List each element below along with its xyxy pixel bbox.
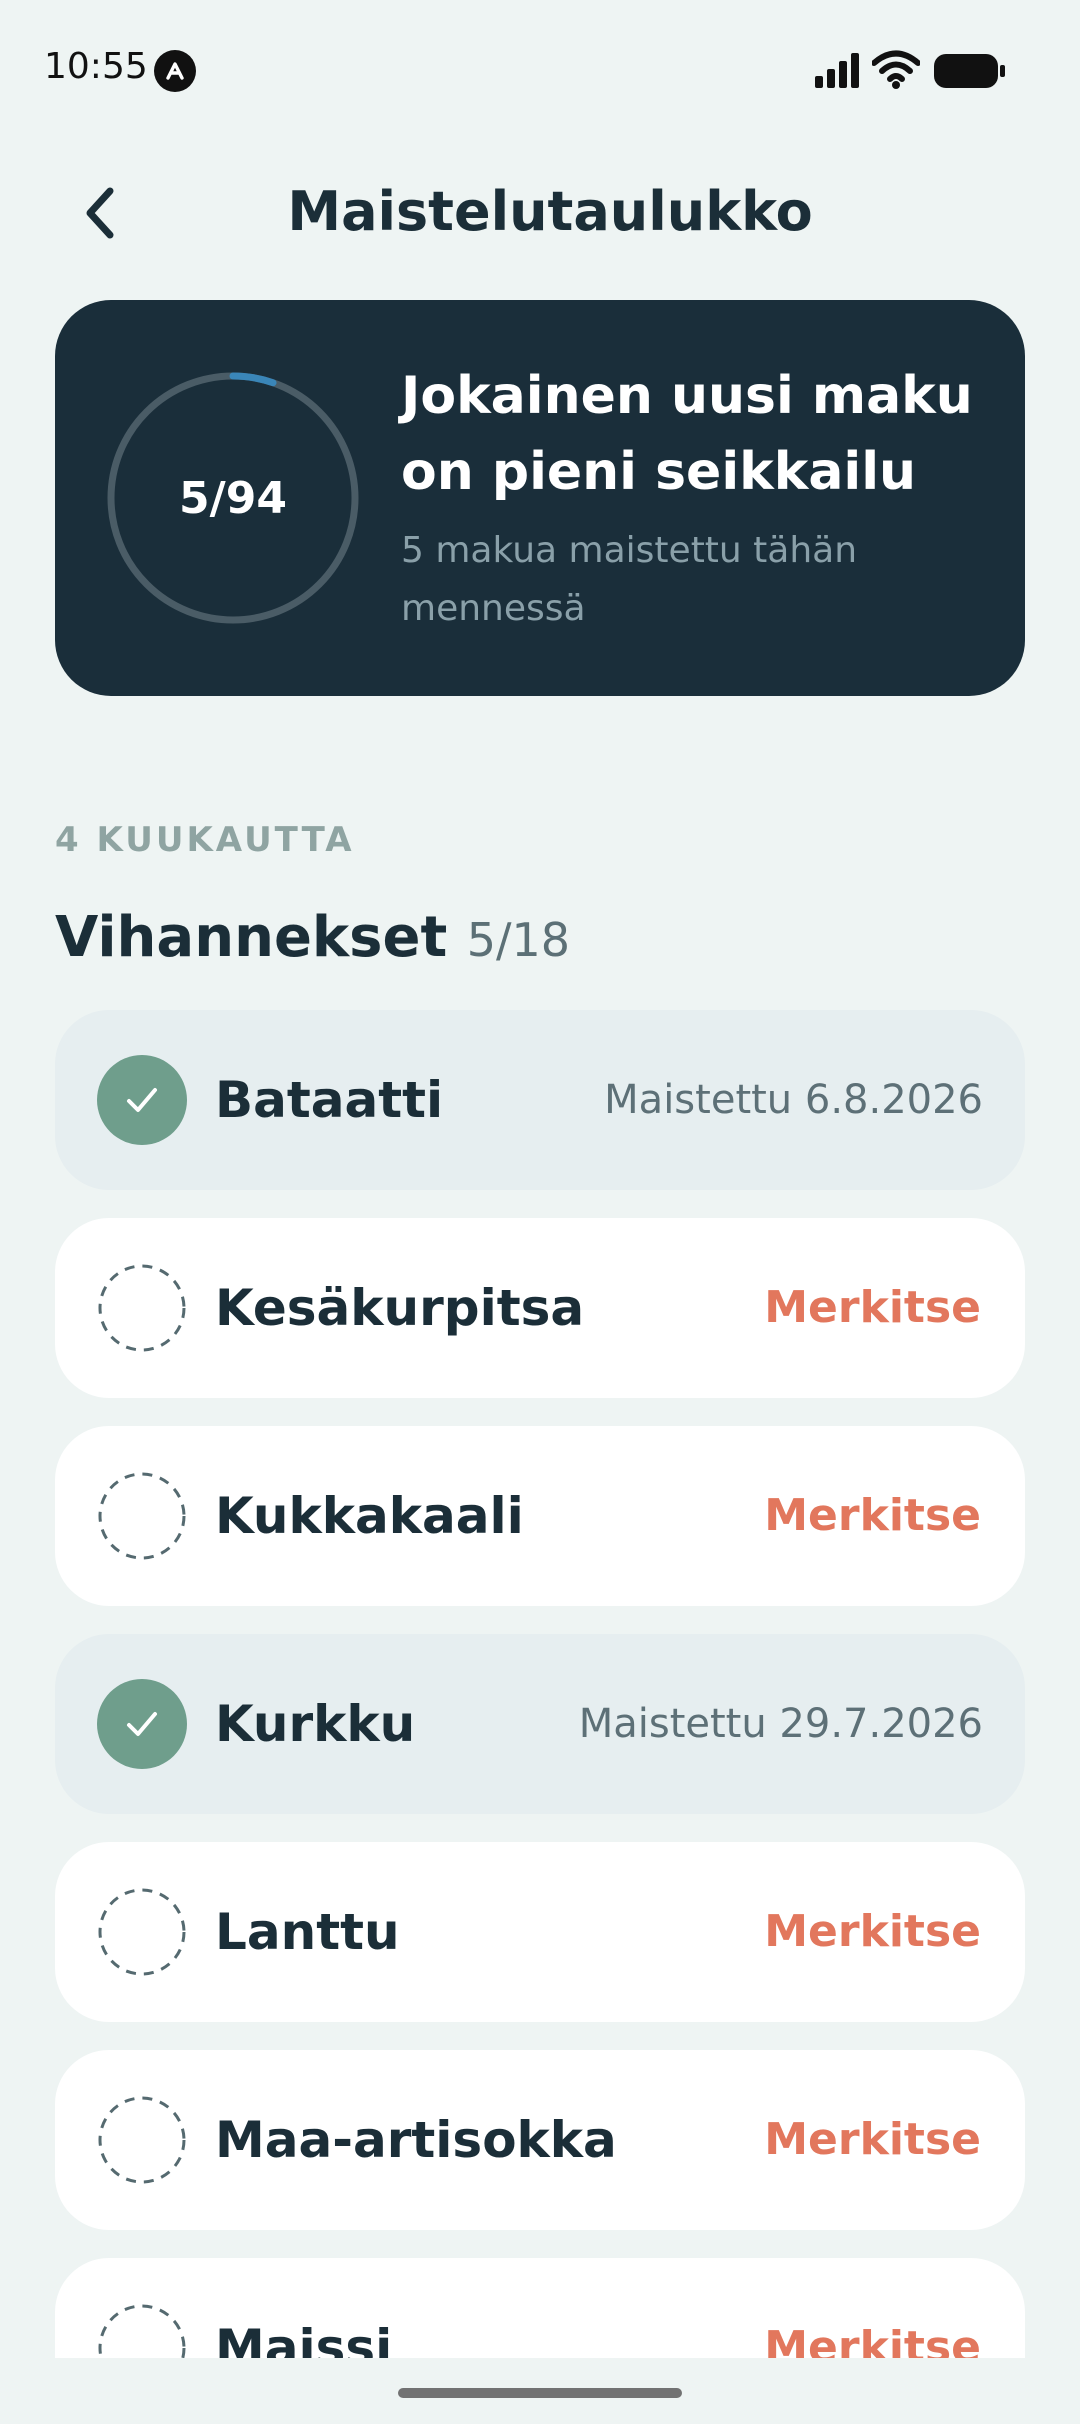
food-name: Maissi bbox=[215, 2319, 393, 2358]
mark-button[interactable]: Merkitse bbox=[764, 2258, 981, 2358]
hero-subtitle: 5 makua maistettu tähän mennessä bbox=[401, 530, 858, 629]
mark-button[interactable]: Merkitse bbox=[764, 1842, 981, 2022]
hero-heading-line-2: on pieni seikkailu bbox=[401, 442, 917, 502]
home-indicator[interactable] bbox=[398, 2388, 682, 2398]
dashed-circle-icon[interactable] bbox=[97, 2303, 187, 2358]
wifi-icon bbox=[871, 50, 921, 94]
food-name: Kurkku bbox=[215, 1695, 416, 1753]
food-list: Bataatti Maistettu 6.8.2026 Kesäkurpitsa Me… bbox=[55, 1010, 1025, 2358]
battery-icon bbox=[934, 54, 1006, 92]
dashed-circle-icon[interactable] bbox=[97, 1471, 187, 1561]
progress-card: 5/94 Jokainen uusi maku on pieni seikkai… bbox=[55, 300, 1025, 696]
age-group-label: 4 KUUKAUTTA bbox=[55, 820, 355, 860]
food-item[interactable]: Kukkakaali Merkitse bbox=[55, 1426, 1025, 1606]
mark-button[interactable]: Merkitse bbox=[764, 1218, 981, 1398]
progress-count: 5/94 bbox=[179, 472, 287, 524]
tasted-date: Maistettu 6.8.2026 bbox=[604, 1077, 983, 1123]
food-item[interactable]: Bataatti Maistettu 6.8.2026 bbox=[55, 1010, 1025, 1190]
category-heading: Vihannekset 5/18 bbox=[55, 905, 570, 970]
food-item[interactable]: Kurkku Maistettu 29.7.2026 bbox=[55, 1634, 1025, 1814]
food-name: Kukkakaali bbox=[215, 1487, 524, 1545]
category-name: Vihannekset bbox=[55, 905, 448, 970]
category-count: 5/18 bbox=[466, 913, 571, 967]
food-name: Lanttu bbox=[215, 1903, 400, 1961]
dashed-circle-icon[interactable] bbox=[97, 1263, 187, 1353]
status-time: 10:55 bbox=[44, 46, 148, 87]
page-title: Maistelutaulukko bbox=[287, 180, 813, 243]
app-notification-icon bbox=[154, 50, 196, 92]
food-name: Bataatti bbox=[215, 1071, 444, 1129]
food-item[interactable]: Lanttu Merkitse bbox=[55, 1842, 1025, 2022]
food-item[interactable]: Maa-artisokka Merkitse bbox=[55, 2050, 1025, 2230]
signal-icon bbox=[813, 52, 861, 92]
food-name: Maa-artisokka bbox=[215, 2111, 617, 2169]
food-item[interactable]: Kesäkurpitsa Merkitse bbox=[55, 1218, 1025, 1398]
mark-button[interactable]: Merkitse bbox=[764, 2050, 981, 2230]
check-circle-icon[interactable] bbox=[97, 1679, 187, 1769]
food-name: Kesäkurpitsa bbox=[215, 1279, 585, 1337]
hero-heading-line-1: Jokainen uusi maku bbox=[401, 366, 973, 426]
food-item[interactable]: Maissi Merkitse bbox=[55, 2258, 1025, 2358]
check-circle-icon[interactable] bbox=[97, 1055, 187, 1145]
status-bar: 10:55 bbox=[0, 0, 1080, 140]
dashed-circle-icon[interactable] bbox=[97, 1887, 187, 1977]
dashed-circle-icon[interactable] bbox=[97, 2095, 187, 2185]
tasted-date: Maistettu 29.7.2026 bbox=[578, 1701, 983, 1747]
mark-button[interactable]: Merkitse bbox=[764, 1426, 981, 1606]
hero-heading: Jokainen uusi maku on pieni seikkailu bbox=[401, 358, 1001, 510]
